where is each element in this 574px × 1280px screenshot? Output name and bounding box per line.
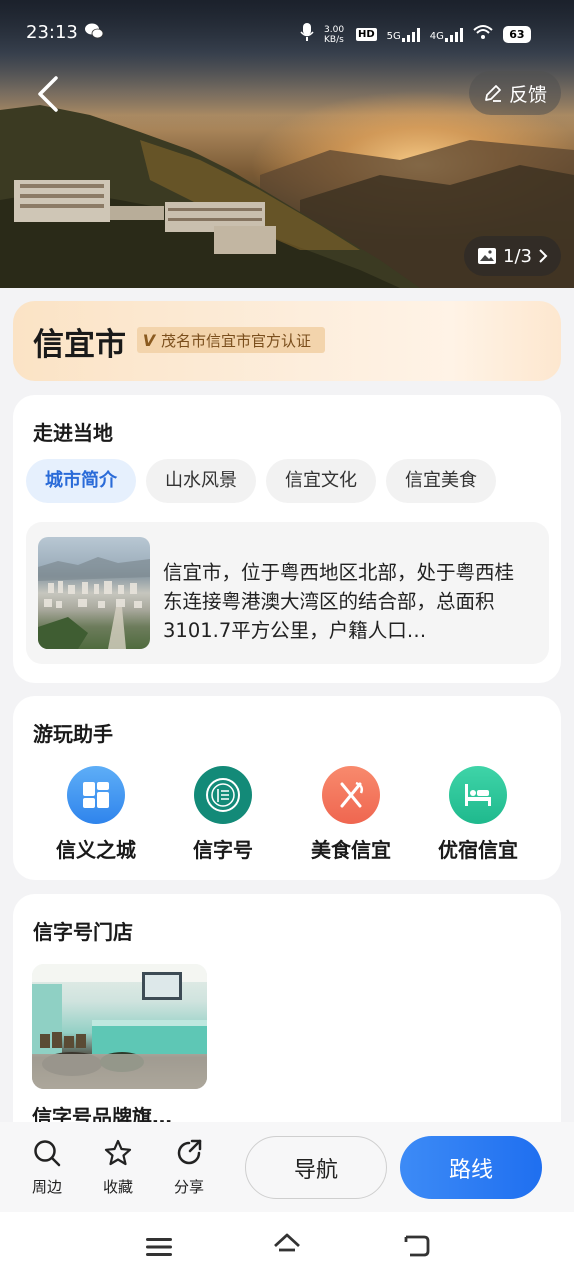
- xin-seal-icon: [194, 766, 252, 824]
- hd-badge: HD: [356, 28, 377, 41]
- bottom-action-bar: 周边 收藏 分享 导航 路线: [0, 1122, 574, 1212]
- route-button[interactable]: 路线: [400, 1136, 542, 1199]
- photo-counter-button[interactable]: 1/3: [464, 236, 561, 276]
- tool-xinyi-city[interactable]: 信义之城: [36, 766, 156, 863]
- city-intro-text: 信宜市，位于粤西地区北部，处于粤西桂东连接粤港澳大湾区的结合部，总面积3101.…: [163, 561, 515, 642]
- wifi-icon: [473, 24, 493, 45]
- tool-xin-brand[interactable]: 信字号: [163, 766, 283, 863]
- tool-food[interactable]: 美食信宜: [291, 766, 411, 863]
- search-icon: [34, 1140, 61, 1167]
- certification-badge: V 茂名市信宜市官方认证: [137, 327, 326, 353]
- share-icon: [177, 1139, 202, 1165]
- tool-label: 优宿信宜: [438, 838, 518, 862]
- status-bar: 23:13 3.00 KB/s HD 5G 4G 63: [0, 18, 574, 50]
- tab-landscape[interactable]: 山水风景: [146, 459, 256, 503]
- chevron-right-icon: [539, 249, 548, 263]
- home-icon: [274, 1233, 300, 1252]
- nearby-label: 周边: [31, 1178, 62, 1196]
- menu-icon: [146, 1238, 172, 1256]
- signal-4g: 4G: [430, 27, 463, 42]
- status-time: 23:13: [26, 22, 78, 43]
- home-nav-button[interactable]: [272, 1232, 302, 1264]
- back-button[interactable]: [30, 72, 70, 116]
- feedback-label: 反馈: [508, 83, 547, 106]
- favorite-label: 收藏: [102, 1178, 133, 1196]
- feedback-button[interactable]: 反馈: [469, 71, 561, 115]
- tool-label: 信义之城: [56, 838, 136, 862]
- certification-label: 茂名市信宜市官方认证: [161, 331, 312, 350]
- share-label: 分享: [173, 1178, 204, 1196]
- hero-banner[interactable]: 23:13 3.00 KB/s HD 5G 4G 63 反馈 1/3: [0, 0, 574, 288]
- photo-counter-text: 1/3: [503, 245, 532, 267]
- travel-assistant-card: 游玩助手 信义之城 信字号 美食信宜 优宿信宜: [13, 696, 561, 880]
- city-intro-thumbnail: [38, 537, 150, 649]
- bed-icon: [449, 766, 507, 824]
- navigate-button[interactable]: 导航: [245, 1136, 387, 1199]
- back-arrow-icon: [404, 1235, 430, 1257]
- fork-knife-icon: [322, 766, 380, 824]
- menu-nav-button[interactable]: [146, 1236, 172, 1262]
- battery-indicator: 63: [502, 26, 531, 43]
- tool-lodging[interactable]: 优宿信宜: [418, 766, 538, 863]
- system-navigation-bar: [0, 1212, 574, 1280]
- nearby-button[interactable]: 周边: [19, 1138, 75, 1197]
- image-icon: [478, 248, 497, 264]
- star-icon: [104, 1139, 132, 1166]
- stores-title: 信字号门店: [33, 920, 133, 944]
- xin-stores-card: 信字号门店 信字号品牌旗…: [13, 894, 561, 1134]
- edit-icon: [485, 85, 501, 102]
- chevron-left-icon: [38, 76, 58, 112]
- tab-food[interactable]: 信宜美食: [386, 459, 496, 503]
- explore-tabs: 城市简介 山水风景 信宜文化 信宜美食: [26, 459, 496, 503]
- tool-label: 信字号: [193, 838, 253, 862]
- net-speed: 3.00 KB/s: [324, 24, 345, 45]
- grid-icon: [67, 766, 125, 824]
- share-button[interactable]: 分享: [161, 1138, 217, 1197]
- assistant-tools: 信义之城 信字号 美食信宜 优宿信宜: [13, 766, 561, 876]
- explore-local-card: 走进当地 城市简介 山水风景 信宜文化 信宜美食 信宜市，位于粤西地区北部，处于…: [13, 395, 561, 683]
- signal-5g: 5G: [387, 27, 420, 42]
- favorite-button[interactable]: 收藏: [90, 1138, 146, 1197]
- explore-title: 走进当地: [33, 421, 113, 445]
- back-nav-button[interactable]: [402, 1234, 430, 1262]
- city-intro-panel[interactable]: 信宜市，位于粤西地区北部，处于粤西桂东连接粤港澳大湾区的结合部，总面积3101.…: [26, 522, 549, 664]
- store-thumbnail[interactable]: [32, 964, 207, 1089]
- assistant-title: 游玩助手: [33, 722, 113, 746]
- mic-icon: [300, 22, 314, 47]
- tab-culture[interactable]: 信宜文化: [266, 459, 376, 503]
- wechat-icon: [84, 22, 104, 44]
- city-name: 信宜市: [33, 327, 126, 363]
- tool-label: 美食信宜: [311, 838, 391, 862]
- tab-city-intro[interactable]: 城市简介: [26, 459, 136, 503]
- verified-icon: V: [142, 330, 156, 350]
